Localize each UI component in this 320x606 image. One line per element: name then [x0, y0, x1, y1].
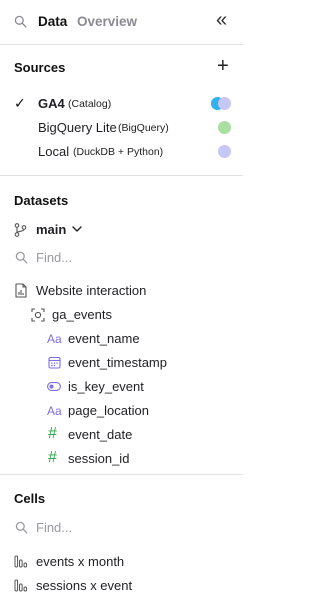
table-group-name: Website interaction — [36, 283, 147, 298]
sources-header: Sources + — [0, 55, 243, 78]
schema-name: main — [36, 222, 67, 237]
source-item-bigquery-lite[interactable]: BigQuery Lite (BigQuery) — [0, 118, 243, 138]
datasets-title: Datasets — [14, 193, 69, 208]
source-item-ga4[interactable]: ✓ GA4 (Catalog) — [0, 94, 243, 114]
column-name: is_key_event — [68, 379, 144, 394]
table-group-item[interactable]: Website interaction — [0, 281, 243, 301]
number-type-icon: # — [48, 449, 57, 466]
cell-label: events x month — [36, 554, 125, 569]
status-dot-icon — [218, 121, 231, 134]
cell-item[interactable]: sessions x event — [0, 576, 243, 596]
source-name: Local — [38, 144, 70, 159]
text-type-icon: Aa — [47, 404, 62, 418]
report-file-icon — [15, 283, 27, 298]
table-scan-icon — [31, 308, 45, 322]
table-name: ga_events — [52, 307, 112, 322]
branch-icon — [14, 223, 27, 237]
add-source-icon[interactable]: + — [217, 55, 229, 78]
bar-chart-icon — [14, 555, 30, 568]
chevron-down-icon — [72, 226, 82, 233]
cells-search[interactable]: Find... — [0, 518, 243, 538]
cells-search-input[interactable]: Find... — [36, 520, 72, 535]
check-icon: ✓ — [14, 95, 26, 111]
tab-data[interactable]: Data — [38, 14, 67, 29]
column-item[interactable]: Aa page_location — [0, 401, 243, 421]
column-item[interactable]: # event_date — [0, 425, 243, 445]
calendar-type-icon — [48, 356, 61, 369]
tab-overview[interactable]: Overview — [77, 14, 137, 29]
divider — [0, 474, 243, 475]
number-type-icon: # — [48, 425, 57, 442]
cell-item[interactable]: events x month — [0, 552, 243, 572]
collapse-panel-icon[interactable]: « — [216, 9, 227, 32]
cells-title: Cells — [14, 491, 46, 506]
active-source-toggle-icon[interactable] — [211, 97, 231, 110]
search-icon — [15, 251, 28, 264]
schema-selector[interactable]: main — [0, 220, 243, 240]
column-name: page_location — [68, 403, 149, 418]
bar-chart-icon — [14, 579, 30, 592]
divider — [0, 175, 243, 176]
column-item[interactable]: Aa event_name — [0, 329, 243, 349]
toggle-type-icon — [47, 382, 61, 391]
column-item[interactable]: event_timestamp — [0, 353, 243, 373]
source-detail: (Catalog) — [68, 98, 112, 110]
sources-title: Sources — [14, 60, 66, 75]
column-name: event_name — [68, 331, 140, 346]
column-name: event_timestamp — [68, 355, 167, 370]
search-icon — [15, 521, 28, 534]
search-icon[interactable] — [14, 15, 27, 28]
column-name: session_id — [68, 451, 130, 466]
column-item[interactable]: is_key_event — [0, 377, 243, 397]
panel-header: Data Overview « — [0, 9, 243, 33]
status-dot-icon — [218, 145, 231, 158]
source-detail: (BigQuery) — [118, 122, 169, 134]
dataset-search-input[interactable]: Find... — [36, 250, 72, 265]
source-item-local[interactable]: Local (DuckDB + Python) — [0, 142, 243, 162]
text-type-icon: Aa — [47, 332, 62, 346]
source-name: BigQuery Lite — [38, 120, 117, 135]
column-name: event_date — [68, 427, 133, 442]
cell-label: sessions x event — [36, 578, 133, 593]
divider — [0, 44, 243, 45]
source-name: GA4 — [38, 96, 65, 111]
column-item[interactable]: # session_id — [0, 449, 243, 469]
dataset-search[interactable]: Find... — [0, 248, 243, 268]
table-item[interactable]: ga_events — [0, 305, 243, 325]
source-detail: (DuckDB + Python) — [73, 146, 164, 158]
